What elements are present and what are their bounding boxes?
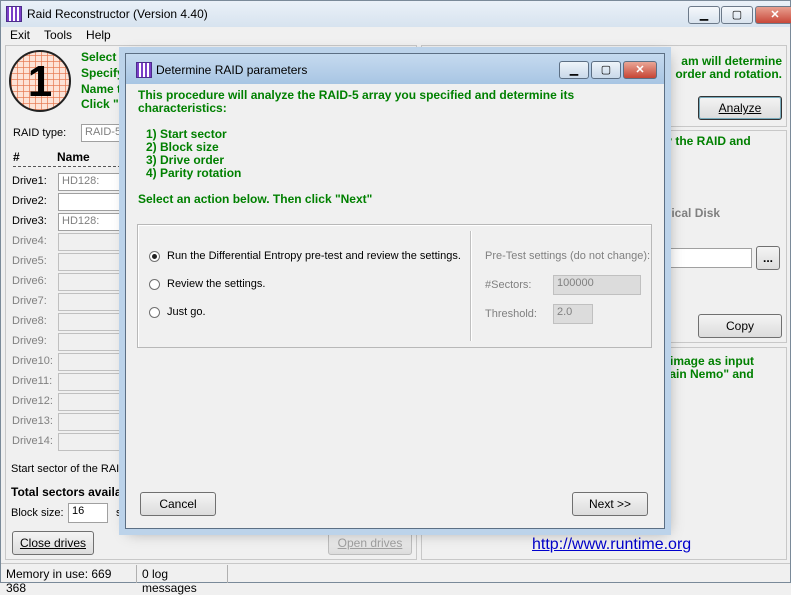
pretest-settings-title: Pre-Test settings (do not change): bbox=[485, 250, 651, 262]
threshold-input[interactable]: 2.0 bbox=[553, 304, 593, 324]
drive-field[interactable] bbox=[58, 233, 130, 251]
drive-label: Drive1: bbox=[12, 175, 47, 187]
dialog-title: Determine RAID parameters bbox=[156, 63, 308, 77]
minimize-button[interactable]: ▁ bbox=[688, 6, 720, 24]
next-button[interactable]: Next >> bbox=[572, 492, 648, 516]
dialog-close-button[interactable]: ✕ bbox=[623, 61, 657, 79]
analyze-label: Analyze bbox=[718, 101, 762, 115]
runtime-link[interactable]: http://www.runtime.org bbox=[532, 536, 691, 554]
dialog-intro-line-2: characteristics: bbox=[138, 101, 227, 115]
drive-label: Drive6: bbox=[12, 275, 47, 287]
open-drives-label: Open drives bbox=[337, 536, 403, 550]
determine-raid-dialog: Determine RAID parameters ▁ ▢ ✕ This pro… bbox=[125, 53, 665, 529]
drive-field[interactable] bbox=[58, 333, 130, 351]
dialog-app-icon bbox=[136, 62, 152, 78]
total-sectors-label: Total sectors availal bbox=[11, 485, 125, 499]
menu-tools[interactable]: Tools bbox=[35, 27, 77, 42]
window-title: Raid Reconstructor (Version 4.40) bbox=[27, 7, 208, 21]
status-bar: Memory in use: 669 368 0 log messages bbox=[1, 563, 790, 595]
drive-field[interactable] bbox=[58, 433, 130, 451]
drive-field[interactable] bbox=[58, 253, 130, 271]
dialog-title-bar: Determine RAID parameters ▁ ▢ ✕ bbox=[126, 54, 664, 84]
option-just-go-radio[interactable] bbox=[149, 307, 160, 318]
open-drives-button[interactable]: Open drives bbox=[328, 531, 412, 555]
drive-label: Drive11: bbox=[12, 375, 53, 387]
close-drives-button[interactable]: Close drives bbox=[12, 531, 94, 555]
col-name-header: Name bbox=[57, 150, 90, 164]
drive-field[interactable]: HD128: bbox=[58, 213, 130, 231]
drive-field[interactable]: HD128: bbox=[58, 173, 130, 191]
physical-disk-label: ysical Disk bbox=[658, 206, 721, 220]
option-review-settings-label: Review the settings. bbox=[167, 278, 266, 290]
menu-exit[interactable]: Exit bbox=[1, 27, 35, 42]
analyze-text-2: order and rotation. bbox=[675, 67, 782, 81]
drive-field[interactable] bbox=[58, 273, 130, 291]
log-status[interactable]: 0 log messages bbox=[138, 565, 228, 595]
dialog-minimize-button[interactable]: ▁ bbox=[559, 61, 589, 79]
drive-field[interactable] bbox=[58, 393, 130, 411]
copy-text-1: py the RAID and bbox=[658, 134, 751, 148]
threshold-label: Threshold: bbox=[485, 308, 537, 320]
menu-bar: Exit Tools Help bbox=[1, 27, 790, 45]
option-just-go-label: Just go. bbox=[167, 306, 206, 318]
block-size-input[interactable]: 16 bbox=[68, 503, 108, 523]
drive-field[interactable] bbox=[58, 193, 130, 211]
drive-field[interactable] bbox=[58, 413, 130, 431]
output-path-input[interactable] bbox=[658, 248, 752, 268]
drive-label: Drive5: bbox=[12, 255, 47, 267]
block-size-label: Block size: bbox=[11, 507, 64, 519]
maximize-button[interactable]: ▢ bbox=[721, 6, 753, 24]
option-review-settings-radio[interactable] bbox=[149, 279, 160, 290]
drive-label: Drive7: bbox=[12, 295, 47, 307]
dialog-step-4: 4) Parity rotation bbox=[146, 166, 242, 180]
close-button[interactable]: ✕ bbox=[755, 6, 791, 24]
options-group: Run the Differential Entropy pre-test an… bbox=[137, 224, 652, 348]
dialog-select-action: Select an action below. Then click "Next… bbox=[138, 192, 373, 206]
step-number-badge: 1 bbox=[9, 50, 71, 112]
drive-field[interactable] bbox=[58, 293, 130, 311]
option-run-pretest-radio[interactable] bbox=[149, 251, 160, 262]
step-instruction-2: Specify bbox=[81, 66, 124, 80]
drive-label: Drive9: bbox=[12, 335, 47, 347]
col-number-header: # bbox=[13, 150, 20, 164]
sectors-input[interactable]: 100000 bbox=[553, 275, 641, 295]
drive-label: Drive3: bbox=[12, 215, 47, 227]
copy-button[interactable]: Copy bbox=[698, 314, 782, 338]
drive-label: Drive10: bbox=[12, 355, 53, 367]
option-run-pretest-label: Run the Differential Entropy pre-test an… bbox=[167, 250, 461, 262]
app-icon bbox=[6, 6, 22, 22]
nemo-text-2: ptain Nemo" and bbox=[658, 367, 754, 381]
analyze-button[interactable]: Analyze bbox=[698, 96, 782, 120]
drive-field[interactable] bbox=[58, 353, 130, 371]
copy-label: Copy bbox=[725, 319, 754, 333]
step-instruction-3: Name th bbox=[81, 82, 129, 96]
title-bar: Raid Reconstructor (Version 4.40) ▁ ▢ ✕ bbox=[1, 1, 791, 27]
step-instruction-4: Click "O bbox=[81, 97, 129, 111]
drive-label: Drive14: bbox=[12, 435, 53, 447]
raid-type-select[interactable]: RAID-5 bbox=[81, 124, 131, 142]
browse-button[interactable]: ... bbox=[756, 246, 780, 270]
drive-label: Drive13: bbox=[12, 415, 53, 427]
drive-label: Drive2: bbox=[12, 195, 47, 207]
start-sector-label: Start sector of the RAID bbox=[11, 463, 128, 475]
dialog-maximize-button[interactable]: ▢ bbox=[591, 61, 621, 79]
drive-field[interactable] bbox=[58, 373, 130, 391]
header-divider bbox=[13, 166, 131, 167]
drive-field[interactable] bbox=[58, 313, 130, 331]
memory-status: Memory in use: 669 368 bbox=[2, 565, 137, 595]
drive-label: Drive8: bbox=[12, 315, 47, 327]
step-instruction-1: Select th bbox=[81, 50, 132, 64]
options-divider bbox=[470, 231, 471, 341]
close-drives-label: Close drives bbox=[19, 536, 87, 550]
drive-label: Drive12: bbox=[12, 395, 53, 407]
sectors-label: #Sectors: bbox=[485, 279, 532, 291]
raid-type-label: RAID type: bbox=[13, 127, 67, 139]
menu-help[interactable]: Help bbox=[77, 27, 116, 42]
drive-label: Drive4: bbox=[12, 235, 47, 247]
cancel-button[interactable]: Cancel bbox=[140, 492, 216, 516]
